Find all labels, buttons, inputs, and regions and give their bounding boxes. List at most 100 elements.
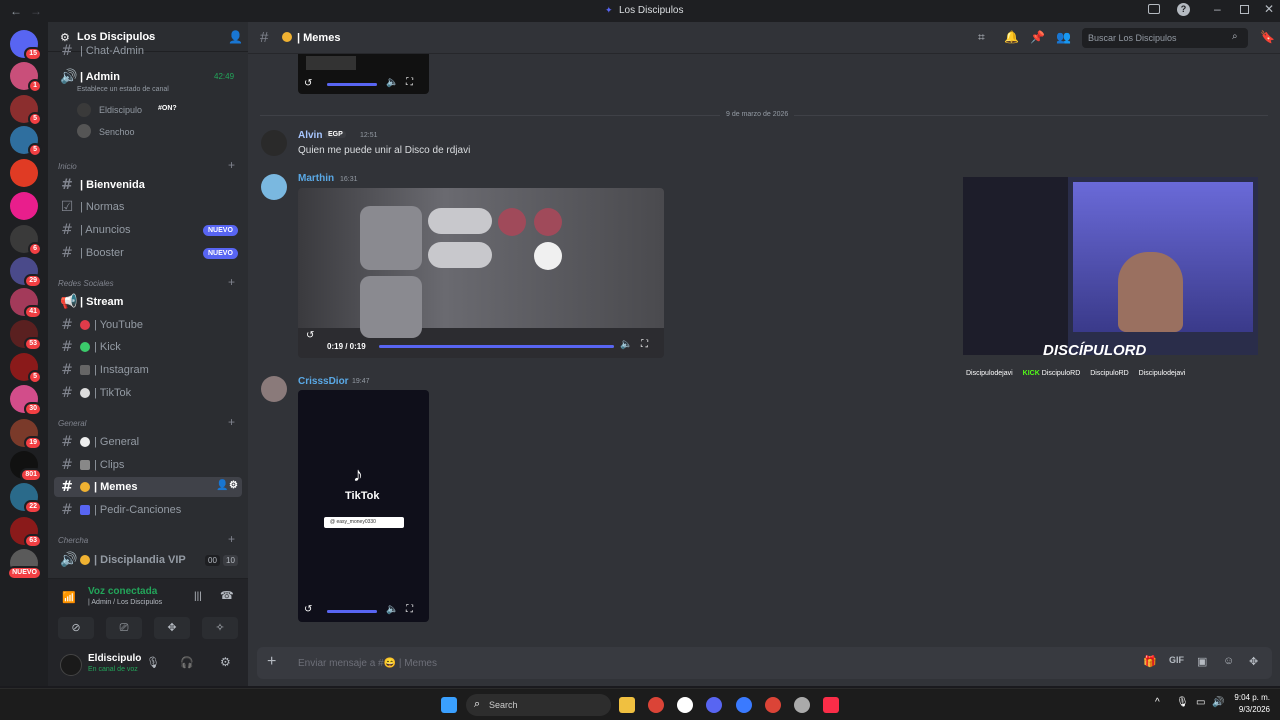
noise-suppression-icon[interactable]: ||| <box>194 591 202 602</box>
camera-button[interactable]: ⊘ <box>58 617 94 639</box>
fullscreen-icon[interactable]: ⛶ <box>406 77 413 88</box>
invite-icon[interactable]: 👤 <box>216 480 228 491</box>
attach-plus-icon[interactable]: + <box>267 653 276 671</box>
category-inicio[interactable]: Inicio <box>58 162 77 171</box>
gif-icon[interactable]: GIF <box>1169 655 1184 665</box>
threads-icon[interactable]: ⌗ <box>978 30 985 45</box>
server-icon[interactable]: 41 <box>10 288 42 319</box>
channel-memes[interactable]: # | Memes 👤 ⚙ <box>54 477 242 497</box>
inbox-icon[interactable]: 🔖 <box>1260 30 1275 44</box>
emoji-icon[interactable]: ☺ <box>1223 655 1234 667</box>
server-icon[interactable]: 29 <box>10 257 42 288</box>
video-attachment[interactable]: ↺ 0:19 / 0:19 🔈 ⛶ <box>298 188 664 358</box>
apps-icon[interactable]: ✥ <box>1249 655 1258 668</box>
search-input[interactable]: Buscar Los Discipulos ⌕ <box>1082 28 1248 48</box>
server-icon[interactable]: 5 <box>10 126 42 157</box>
channel-bienvenida[interactable]: # | Bienvenida <box>54 175 242 195</box>
volume-icon[interactable]: 🔈 <box>386 77 398 88</box>
clock-time[interactable]: 9:04 p. m. <box>1232 693 1270 702</box>
gear-icon[interactable]: ⚙ <box>229 480 238 491</box>
avatar[interactable] <box>261 376 287 402</box>
avatar[interactable] <box>60 654 82 676</box>
channel-tiktok[interactable]: # | TikTok <box>54 383 242 403</box>
channel-instagram[interactable]: # | Instagram <box>54 360 242 380</box>
forward-arrow-icon[interactable]: → <box>30 4 42 18</box>
server-icon[interactable]: 19 <box>10 419 42 450</box>
taskbar-search[interactable]: ⌕ Search <box>466 694 611 716</box>
server-icon[interactable] <box>10 159 38 187</box>
start-icon[interactable] <box>441 697 457 713</box>
voice-member-name[interactable]: Senchoo <box>99 127 135 137</box>
clock-date[interactable]: 9/3/2026 <box>1232 705 1270 714</box>
server-icon[interactable]: 6 <box>10 225 42 256</box>
microphone-icon[interactable]: 🎙 <box>1176 697 1189 708</box>
inbox-icon[interactable] <box>1148 4 1160 14</box>
music-icon[interactable] <box>823 697 839 713</box>
author-name[interactable]: Alvin <box>298 130 322 141</box>
network-icon[interactable]: ▭ <box>1196 697 1205 708</box>
app-icon[interactable] <box>736 697 752 713</box>
add-channel-icon[interactable]: + <box>228 158 235 172</box>
avatar[interactable] <box>261 174 287 200</box>
activities-button[interactable]: ✥ <box>154 617 190 639</box>
server-icon[interactable]: 53 <box>10 320 42 351</box>
volume-icon[interactable]: 🔈 <box>386 604 398 615</box>
channel-chat-admin[interactable]: # | Chat-Admin <box>54 44 242 58</box>
voice-member-name[interactable]: Eldiscipulo <box>99 105 142 115</box>
headphones-icon[interactable]: 🎧 <box>180 656 194 669</box>
members-icon[interactable]: 👥 <box>1056 30 1071 44</box>
channel-youtube[interactable]: # | YouTube <box>54 315 242 335</box>
maximize-icon[interactable] <box>1240 5 1249 14</box>
soundboard-button[interactable]: ✧ <box>202 617 238 639</box>
channel-pedir-canciones[interactable]: # | Pedir-Canciones <box>54 500 242 520</box>
server-icon[interactable]: 5 <box>10 95 42 126</box>
back-arrow-icon[interactable]: ← <box>10 4 22 18</box>
settings-gear-icon[interactable]: ⚙ <box>220 655 231 669</box>
volume-icon[interactable]: 🔈 <box>620 339 632 350</box>
category-general[interactable]: General <box>58 419 86 428</box>
add-channel-icon[interactable]: + <box>228 275 235 289</box>
avatar[interactable] <box>261 130 287 156</box>
disconnect-icon[interactable]: ☎ <box>220 589 234 602</box>
chrome-icon[interactable] <box>765 697 781 713</box>
channel-clips[interactable]: # | Clips <box>54 455 242 475</box>
author-name[interactable]: Marthin <box>298 173 334 184</box>
gift-icon[interactable]: 🎁 <box>1143 655 1157 668</box>
channel-normas[interactable]: ☑ | Normas <box>54 197 242 217</box>
channel-status-prompt[interactable]: Establece un estado de canal <box>77 86 169 93</box>
replay-icon[interactable]: ↺ <box>304 78 312 89</box>
microphone-icon[interactable]: 🎙 <box>146 656 160 669</box>
replay-icon[interactable]: ↺ <box>304 604 312 615</box>
discord-icon[interactable] <box>706 697 722 713</box>
add-channel-icon[interactable]: + <box>228 415 235 429</box>
chatgpt-icon[interactable] <box>677 697 693 713</box>
server-icon[interactable]: 22 <box>10 483 42 514</box>
channel-kick[interactable]: # | Kick <box>54 337 242 357</box>
close-icon[interactable]: ✕ <box>1264 2 1274 16</box>
voice-status[interactable]: Voz conectada <box>88 586 157 597</box>
minimize-icon[interactable]: – <box>1214 2 1221 16</box>
category-chercha[interactable]: Chercha <box>58 536 88 545</box>
add-member-icon[interactable]: 👤 <box>228 30 243 44</box>
chevron-up-icon[interactable]: ^ <box>1155 697 1160 708</box>
channel-stream[interactable]: 📢 | Stream <box>54 292 242 312</box>
chatgpt-icon[interactable] <box>794 697 810 713</box>
video-attachment[interactable]: ♪ TikTok @ easy_money0330 ↺ 🔈 ⛶ <box>298 390 429 622</box>
video-progress-track[interactable] <box>327 83 377 86</box>
server-icon[interactable] <box>10 192 38 220</box>
video-progress-track[interactable] <box>379 345 614 348</box>
voice-channel-path[interactable]: | Admin / Los Discipulos <box>88 599 162 606</box>
replay-icon[interactable]: ↺ <box>306 330 314 341</box>
server-icon[interactable]: 15 <box>10 30 42 61</box>
server-icon[interactable]: 63 <box>10 517 42 548</box>
server-icon[interactable]: 801 <box>10 451 42 482</box>
help-icon[interactable]: ? <box>1177 3 1190 16</box>
chrome-icon[interactable] <box>648 697 664 713</box>
channel-general[interactable]: # | General <box>54 432 242 452</box>
fullscreen-icon[interactable]: ⛶ <box>641 339 648 350</box>
sticker-icon[interactable]: ▣ <box>1197 655 1207 668</box>
server-icon[interactable]: NUEVO <box>7 549 42 580</box>
user-name[interactable]: Eldiscipulo <box>88 653 141 664</box>
category-redes[interactable]: Redes Sociales <box>58 279 114 288</box>
bell-icon[interactable]: 🔔 <box>1004 30 1019 44</box>
